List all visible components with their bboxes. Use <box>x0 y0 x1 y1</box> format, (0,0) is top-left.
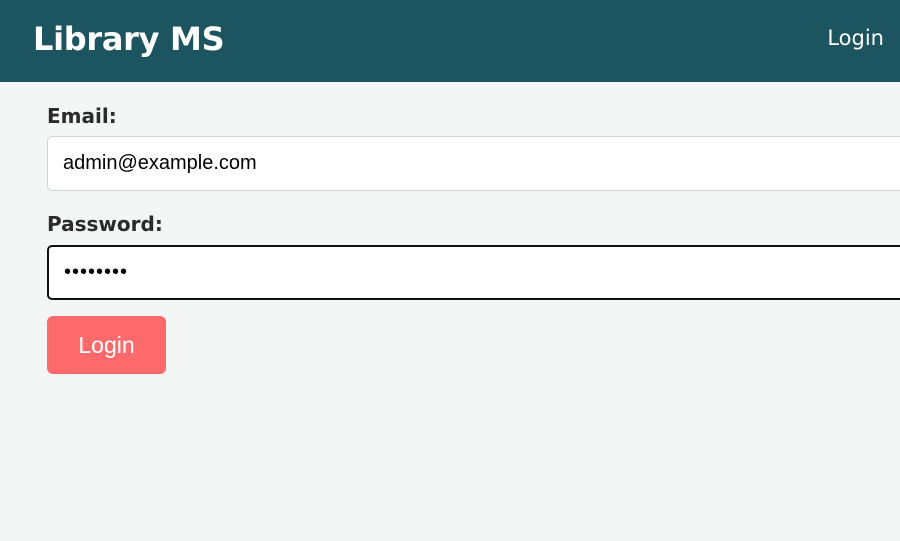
login-button[interactable]: Login <box>47 316 166 374</box>
nav-login-link[interactable]: Login <box>827 24 884 52</box>
password-label: Password: <box>47 212 163 236</box>
top-navbar: Library MS Login <box>0 0 900 82</box>
brand-title[interactable]: Library MS <box>33 17 225 61</box>
email-label: Email: <box>47 104 117 128</box>
email-field[interactable] <box>47 136 900 191</box>
password-field[interactable] <box>47 245 900 300</box>
